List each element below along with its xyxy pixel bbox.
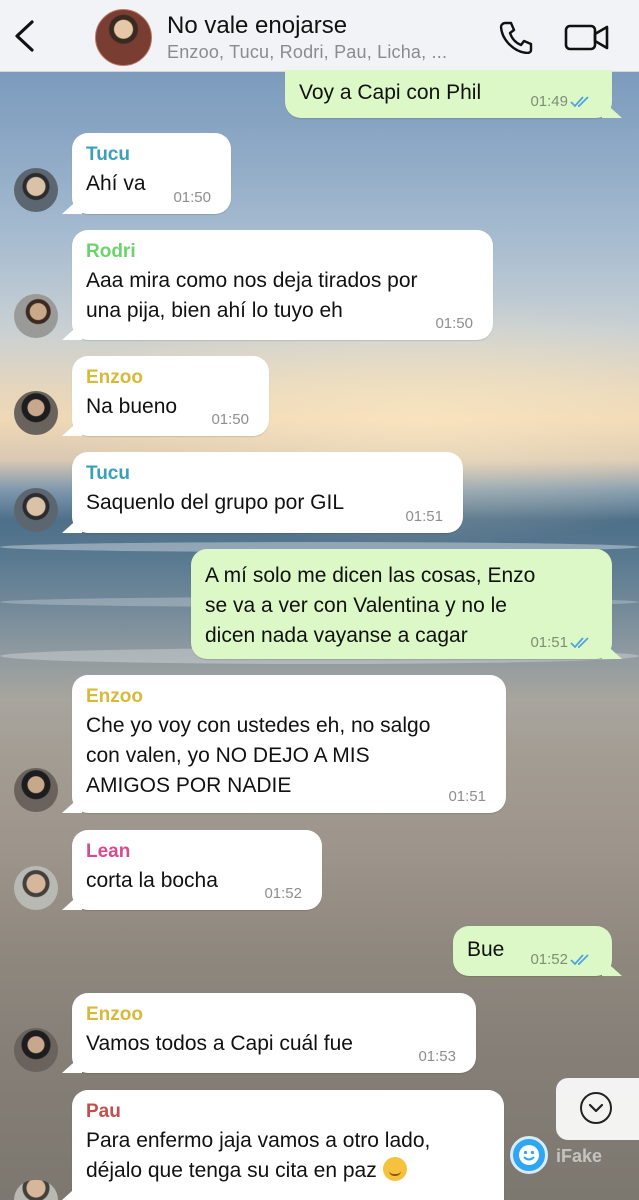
message-time: 01:49 [530, 93, 568, 110]
avatar-enzoo[interactable] [14, 1028, 58, 1072]
message-time: 01:52 [530, 951, 568, 968]
message-text: Para enfermo jaja vamos a otro lado, [86, 1129, 431, 1152]
sender-name[interactable]: Lean [86, 840, 308, 864]
message-text: se va a ver con Valentina y no le [205, 594, 507, 617]
message-time: 01:50 [173, 189, 211, 206]
chevron-down-icon [580, 1092, 612, 1124]
avatar-tucu[interactable] [14, 168, 58, 212]
message-incoming[interactable]: Enzoo Che yo voy con ustedes eh, no salg… [72, 675, 506, 813]
message-text: A mí solo me dicen las cosas, Enzo [205, 564, 536, 587]
avatar-lean[interactable] [14, 866, 58, 910]
message-incoming[interactable]: Rodri Aaa mira como nos deja tirados por… [72, 230, 493, 340]
sender-name[interactable]: Tucu [86, 462, 449, 486]
phone-icon[interactable] [498, 20, 534, 54]
avatar-enzoo[interactable] [14, 768, 58, 812]
back-chevron-icon[interactable] [12, 20, 38, 52]
avatar-enzoo[interactable] [14, 391, 58, 435]
message-text: Aaa mira como nos deja tirados por [86, 269, 418, 292]
scroll-to-bottom-button[interactable] [556, 1078, 639, 1140]
message-text: déjalo que tenga su cita en paz [86, 1159, 377, 1182]
sender-name[interactable]: Enzoo [86, 1003, 462, 1027]
message-text: Che yo voy con ustedes eh, no salgo [86, 714, 431, 737]
message-incoming[interactable]: Tucu Saquenlo del grupo por GIL 01:51 [72, 452, 463, 533]
smirk-emoji-icon [382, 1157, 407, 1181]
message-outgoing[interactable]: Bue 01:52 [453, 926, 612, 976]
message-outgoing[interactable]: A mí solo me dicen las cosas, Enzo se va… [191, 549, 612, 659]
chat-title[interactable]: No vale enojarse [167, 12, 347, 40]
message-incoming[interactable]: Tucu Ahí va 01:50 [72, 133, 231, 214]
message-text: una pija, bien ahí lo tuyo eh [86, 299, 343, 322]
group-avatar[interactable] [95, 9, 152, 66]
message-incoming[interactable]: Lean corta la bocha 01:52 [72, 830, 322, 910]
message-time: 01:50 [435, 315, 473, 332]
message-incoming[interactable]: Pau Para enfermo jaja vamos a otro lado,… [72, 1090, 504, 1200]
message-time: 01:51 [448, 788, 486, 805]
chat-header: No vale enojarse Enzoo, Tucu, Rodri, Pau… [0, 0, 639, 72]
sender-name[interactable]: Rodri [86, 240, 479, 264]
message-time: 01:50 [211, 411, 249, 428]
read-ticks-icon [570, 954, 589, 966]
chat-members[interactable]: Enzoo, Tucu, Rodri, Pau, Licha, ... [167, 42, 447, 63]
sender-name[interactable]: Tucu [86, 143, 217, 167]
sender-name[interactable]: Enzoo [86, 366, 255, 390]
message-time: 01:52 [264, 885, 302, 902]
message-incoming[interactable]: Enzoo Na bueno 01:50 [72, 356, 269, 436]
message-text: Vamos todos a Capi cuál fue [86, 1032, 353, 1055]
read-ticks-icon [570, 637, 589, 649]
sender-name[interactable]: Pau [86, 1100, 490, 1124]
message-time: 01:51 [530, 634, 568, 651]
video-camera-icon[interactable] [564, 20, 610, 54]
message-text: AMIGOS POR NADIE [86, 774, 292, 797]
emoji-icon[interactable] [510, 1136, 548, 1174]
message-outgoing[interactable]: Voy a Capi con Phil 01:49 [285, 70, 612, 118]
message-time: 01:51 [405, 508, 443, 525]
avatar-tucu[interactable] [14, 488, 58, 532]
avatar-rodri[interactable] [14, 294, 58, 338]
message-incoming[interactable]: Enzoo Vamos todos a Capi cuál fue 01:53 [72, 993, 476, 1073]
watermark: iFake [556, 1146, 603, 1166]
message-time: 01:53 [418, 1048, 456, 1065]
message-text: Saquenlo del grupo por GIL [86, 491, 345, 514]
message-text: con valen, yo NO DEJO A MIS [86, 744, 370, 767]
sender-name[interactable]: Enzoo [86, 685, 492, 709]
read-ticks-icon [570, 96, 589, 108]
